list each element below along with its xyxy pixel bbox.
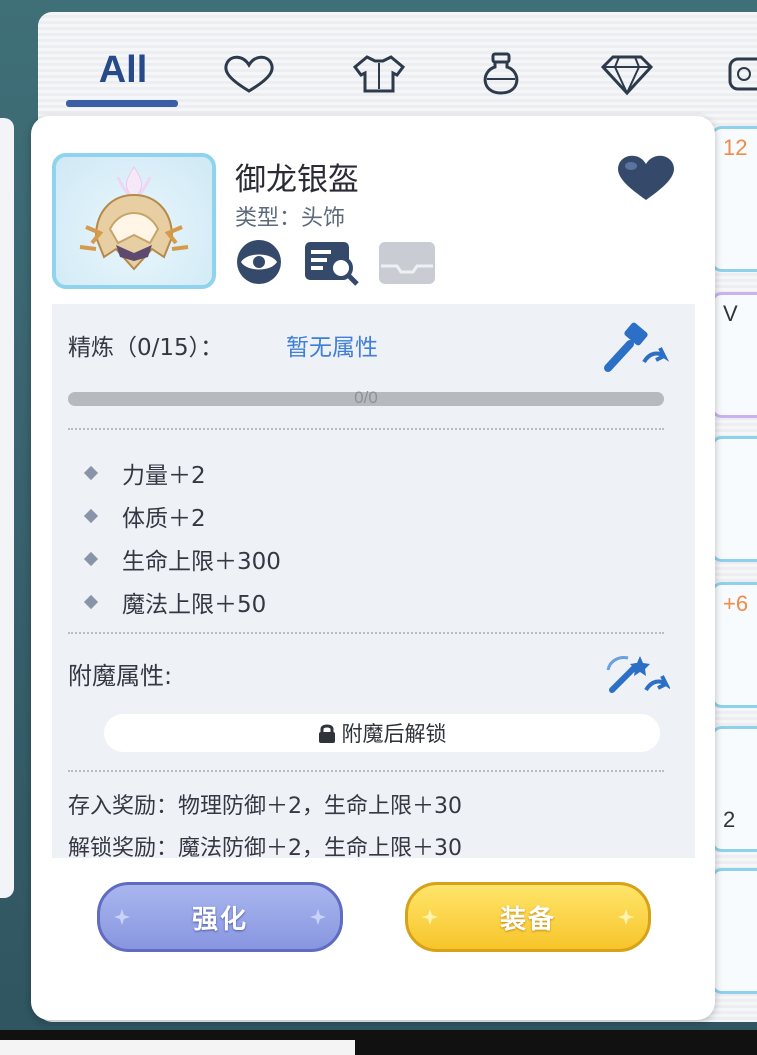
refine-label: 精炼（0/15）： [68, 335, 224, 361]
details-button[interactable] [301, 238, 361, 286]
refine-progress-text: 0/0 [354, 388, 378, 407]
item-type: 类型：头饰 [235, 206, 346, 231]
item-name: 御龙银盔 [235, 162, 359, 198]
refine-value: 暂无属性 [286, 335, 378, 361]
enhance-button[interactable]: 强化 [97, 882, 343, 952]
bottom-strip [0, 1040, 355, 1055]
sparkle-icon [422, 909, 438, 925]
gem-icon [600, 55, 654, 96]
divider [68, 428, 664, 430]
tab-misc[interactable] [722, 44, 757, 104]
misc-icon [728, 57, 757, 91]
stat-line: 力量＋2 [83, 456, 206, 490]
magic-wand-icon [606, 656, 672, 693]
enchant-button[interactable] [602, 648, 672, 698]
inventory-slot[interactable] [710, 436, 757, 562]
stat-line: 魔法上限＋50 [83, 585, 266, 619]
sparkle-icon [618, 909, 634, 925]
deposit-reward: 存入奖励：物理防御＋2，生命上限＋30 [68, 794, 462, 819]
preview-button[interactable] [229, 238, 289, 286]
tab-armor[interactable] [344, 44, 414, 104]
item-attributes-panel: 精炼（0/15）： 暂无属性 0/0 力量＋2 体质＋2 生命上限＋300 魔法… [52, 304, 695, 861]
refine-progress-bar: 0/0 [68, 388, 664, 407]
enchant-locked-notice: 附魔后解锁 [104, 714, 660, 752]
heart-outline-icon [224, 55, 274, 93]
enchant-label: 附魔属性: [68, 662, 173, 690]
search-document-icon [305, 242, 359, 286]
tab-consumables[interactable] [466, 44, 536, 104]
background-panel [0, 118, 14, 898]
helmet-icon [79, 166, 189, 271]
storage-button[interactable] [375, 238, 435, 286]
bullet-icon [83, 594, 99, 610]
heart-filled-icon [618, 155, 674, 200]
tab-active-underline [66, 100, 178, 107]
sparkle-icon [310, 909, 326, 925]
lock-icon [318, 724, 335, 743]
equip-button[interactable]: 装备 [405, 882, 651, 952]
divider [68, 770, 664, 772]
potion-icon [483, 52, 519, 95]
tray-icon [379, 242, 435, 284]
inventory-slot[interactable] [710, 868, 757, 994]
inventory-slot[interactable]: 2 [710, 726, 757, 852]
inventory-slot[interactable]: 12 [710, 126, 757, 272]
bullet-icon [83, 465, 99, 481]
stat-line: 生命上限＋300 [83, 542, 281, 576]
eye-icon [237, 240, 281, 284]
hammer-icon [604, 322, 670, 372]
item-detail-card: 御龙银盔 类型：头饰 精炼（0/15）： 暂无属性 0/0 力量＋2 体质＋2 … [31, 116, 715, 1020]
item-icon-frame [52, 153, 216, 289]
favorite-button[interactable] [613, 150, 679, 204]
inventory-slot[interactable]: V [710, 292, 757, 418]
armor-icon [352, 55, 406, 93]
tab-gems[interactable] [592, 44, 662, 104]
inventory-slot[interactable]: +6 [710, 582, 757, 708]
bullet-icon [83, 508, 99, 524]
divider [68, 632, 664, 634]
tab-favorites[interactable] [214, 44, 284, 104]
refine-button[interactable] [602, 322, 670, 374]
unlock-reward: 解锁奖励：魔法防御＋2，生命上限＋30 [68, 836, 462, 861]
stat-line: 体质＋2 [83, 499, 206, 533]
sparkle-icon [114, 909, 130, 925]
bullet-icon [83, 551, 99, 567]
tab-all[interactable]: All [68, 40, 178, 100]
